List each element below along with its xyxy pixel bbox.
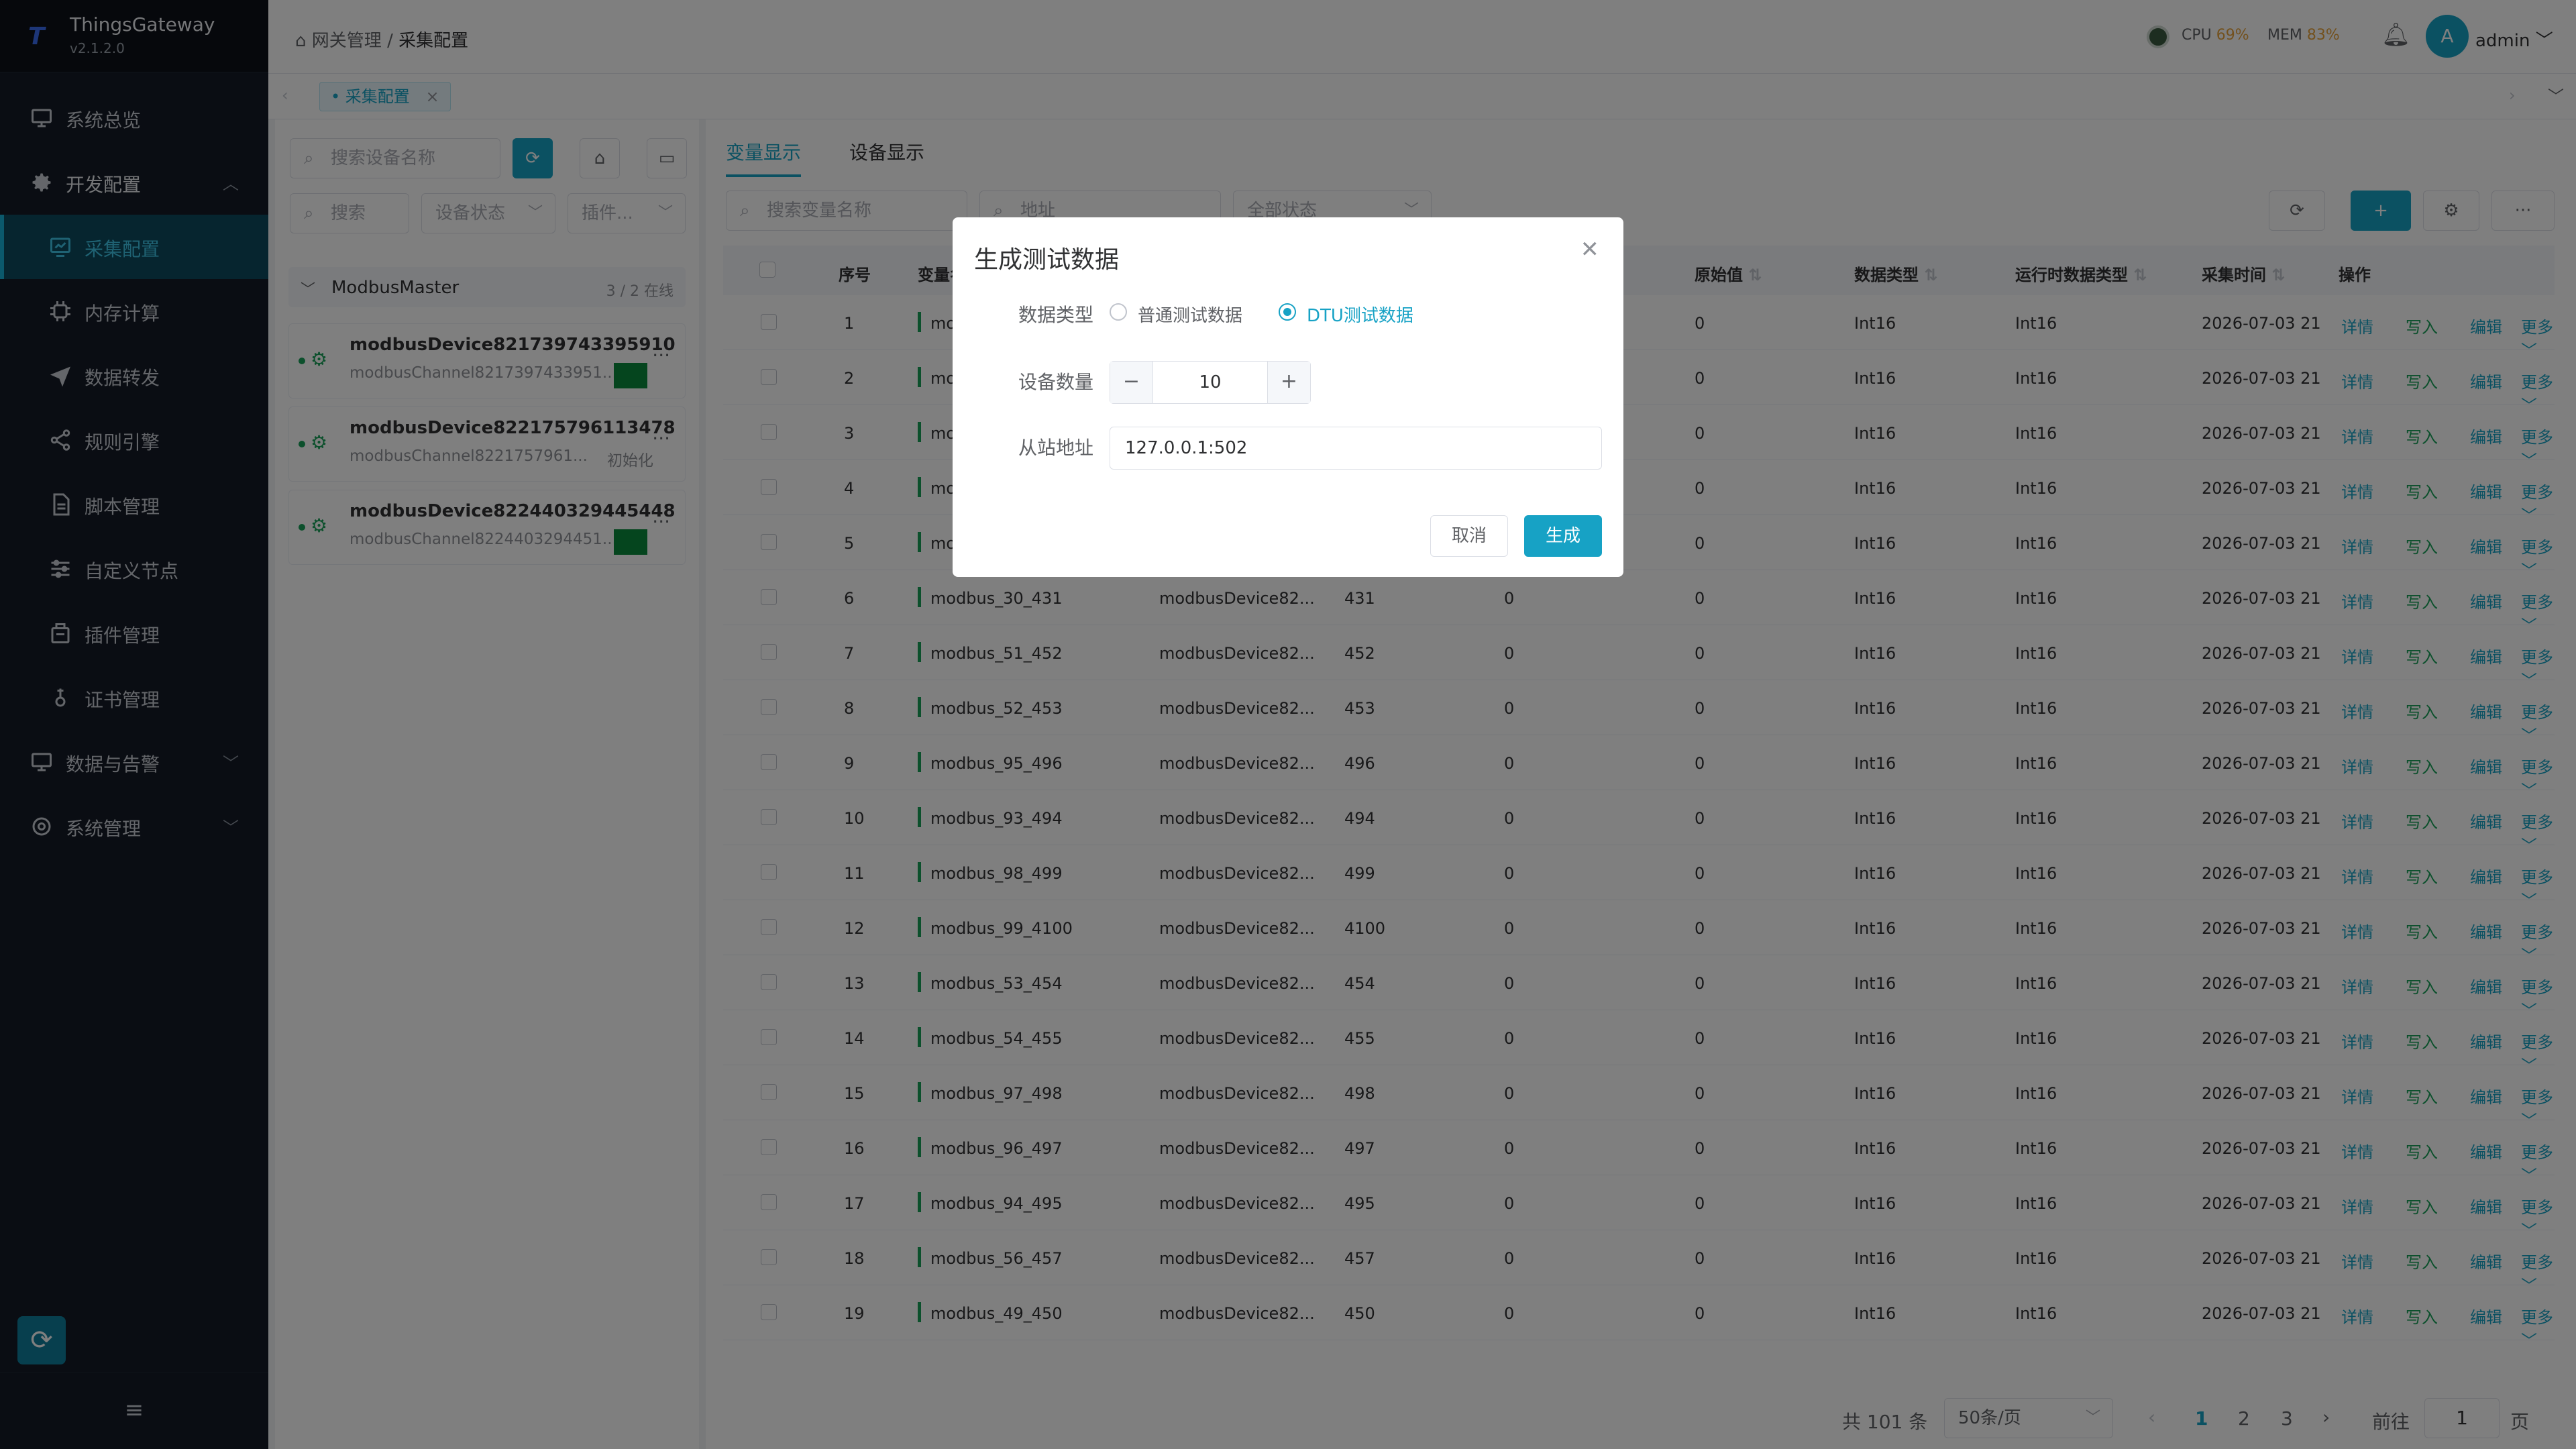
generate-button[interactable]: 生成 (1524, 515, 1602, 557)
device-count-label: 设备数量 (1018, 371, 1093, 393)
increment-button[interactable]: + (1267, 362, 1310, 403)
device-count-input[interactable]: 10 (1153, 362, 1267, 403)
radio-dtu[interactable] (1279, 303, 1296, 321)
slave-address-label: 从站地址 (1018, 437, 1093, 459)
dialog-title: 生成测试数据 (974, 246, 1120, 274)
data-type-label: 数据类型 (1018, 304, 1093, 326)
decrement-button[interactable]: − (1110, 362, 1153, 403)
cancel-button[interactable]: 取消 (1430, 515, 1508, 557)
slave-address-input[interactable]: 127.0.0.1:502 (1110, 427, 1602, 470)
radio-normal-label[interactable]: 普通测试数据 (1138, 302, 1242, 327)
device-count-stepper: − 10 + (1110, 361, 1311, 404)
radio-normal[interactable] (1110, 303, 1127, 321)
generate-test-data-dialog: 生成测试数据 ✕ 数据类型 普通测试数据 DTU测试数据 设备数量 − 10 +… (953, 217, 1623, 577)
radio-dtu-label[interactable]: DTU测试数据 (1307, 302, 1413, 327)
close-icon[interactable]: ✕ (1580, 236, 1600, 263)
